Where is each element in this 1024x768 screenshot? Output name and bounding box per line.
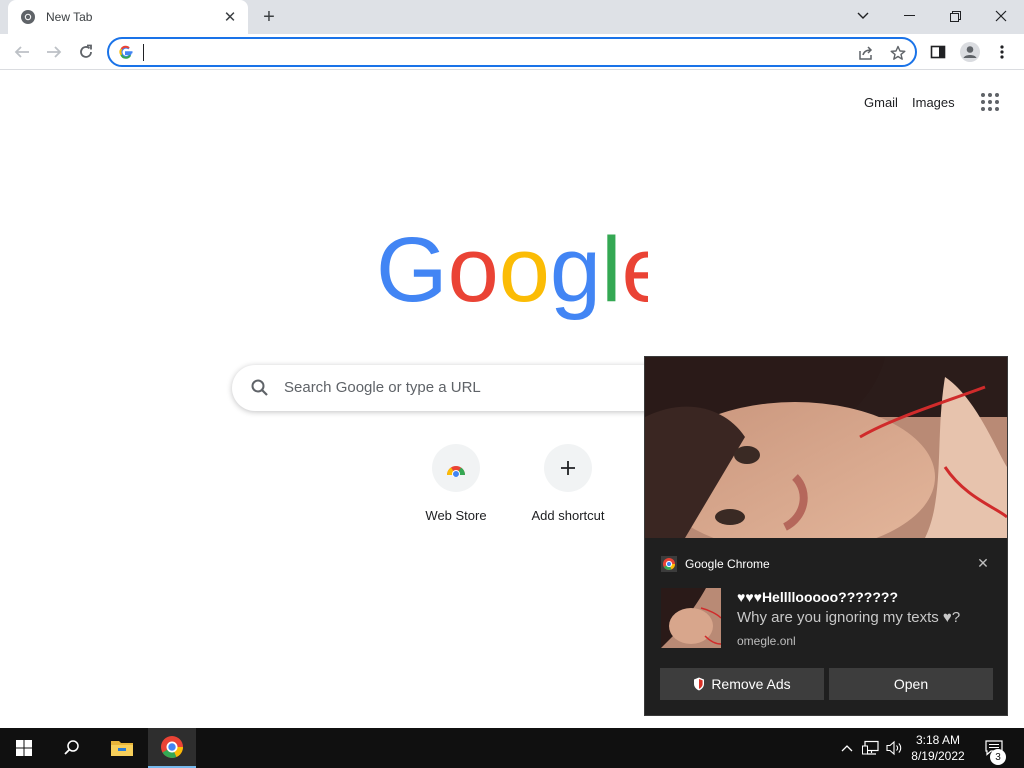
- profile-avatar-icon: [960, 42, 980, 62]
- web-store-icon: [432, 444, 480, 492]
- notification-close-icon[interactable]: ✕: [973, 553, 993, 573]
- chrome-favicon-icon: [21, 10, 35, 24]
- tab-title: New Tab: [46, 10, 93, 24]
- chrome-icon: [161, 736, 183, 758]
- menu-button[interactable]: [988, 38, 1016, 66]
- file-explorer-button[interactable]: [98, 728, 146, 768]
- back-button[interactable]: [8, 38, 36, 66]
- tab-close-icon[interactable]: ✕: [220, 7, 240, 27]
- taskbar-search-button[interactable]: [48, 728, 96, 768]
- notification-source: omegle.onl: [737, 634, 796, 648]
- shortcut-add[interactable]: Add shortcut: [512, 444, 624, 523]
- notification-title: ♥♥♥Hellllooooo???????: [737, 589, 899, 605]
- profile-button[interactable]: [956, 38, 984, 66]
- share-icon[interactable]: [857, 44, 875, 62]
- search-icon: [64, 740, 79, 755]
- tab-search-icon[interactable]: [840, 0, 886, 32]
- open-label: Open: [893, 676, 929, 692]
- system-clock[interactable]: 3:18 AM 8/19/2022: [905, 732, 971, 764]
- google-logo: Google: [376, 225, 648, 321]
- network-button[interactable]: [860, 728, 882, 768]
- notification-app-name: Google Chrome: [685, 557, 770, 571]
- volume-button[interactable]: [884, 728, 906, 768]
- forward-button[interactable]: [40, 38, 68, 66]
- back-arrow-icon: [14, 46, 29, 58]
- forward-arrow-icon: [47, 46, 62, 58]
- network-icon: [862, 740, 879, 755]
- reload-button[interactable]: [72, 38, 100, 66]
- shortcut-label: Add shortcut: [531, 508, 605, 523]
- open-button[interactable]: Open: [829, 668, 993, 700]
- folder-icon: [111, 741, 133, 756]
- plus-icon: [544, 444, 592, 492]
- search-icon: [251, 379, 268, 396]
- start-button[interactable]: [0, 728, 48, 768]
- close-window-button[interactable]: [978, 0, 1024, 32]
- browser-toolbar: [0, 34, 1024, 70]
- speaker-icon: [886, 740, 902, 756]
- google-apps-icon[interactable]: [980, 92, 1000, 112]
- notification-hero-image: [645, 357, 1007, 538]
- address-bar[interactable]: [107, 37, 917, 67]
- notification-body: Why are you ignoring my texts ♥?: [737, 609, 961, 626]
- text-cursor: [143, 44, 144, 61]
- notification-toast[interactable]: Google Chrome ✕ ♥♥♥Hellllooooo??????? Wh…: [644, 356, 1008, 716]
- shortcut-web-store[interactable]: Web Store: [400, 444, 512, 523]
- notification-thumbnail: [661, 588, 721, 648]
- windows-taskbar: 3:18 AM 8/19/2022 3: [0, 728, 1024, 768]
- google-g-icon: [119, 45, 133, 59]
- chrome-taskbar-button[interactable]: [148, 728, 196, 768]
- side-panel-icon: [930, 45, 946, 59]
- remove-ads-button[interactable]: Remove Ads: [660, 668, 824, 700]
- minimize-button[interactable]: [886, 0, 932, 32]
- shortcut-label: Web Store: [425, 508, 487, 523]
- search-placeholder: Search Google or type a URL: [284, 379, 481, 396]
- show-hidden-icons-button[interactable]: [838, 728, 856, 768]
- notification-count-badge: 3: [990, 749, 1006, 765]
- more-vert-icon: [1000, 45, 1004, 59]
- windows-logo-icon: [16, 740, 32, 756]
- new-tab-button[interactable]: +: [258, 6, 280, 28]
- bookmark-star-icon[interactable]: [889, 44, 907, 62]
- clock-date: 8/19/2022: [911, 749, 965, 763]
- chrome-icon: [661, 556, 677, 572]
- tab-strip: New Tab ✕ +: [0, 0, 1024, 34]
- side-panel-button[interactable]: [924, 38, 952, 66]
- svg-text:Google: Google: [376, 225, 648, 321]
- reload-icon: [80, 44, 92, 58]
- restore-button[interactable]: [932, 0, 978, 32]
- shield-icon: [694, 677, 705, 691]
- clock-time: 3:18 AM: [915, 733, 961, 747]
- tab-new-tab[interactable]: New Tab ✕: [8, 0, 248, 34]
- gmail-link[interactable]: Gmail: [864, 95, 898, 110]
- remove-ads-label: Remove Ads: [711, 676, 791, 692]
- chevron-up-icon: [841, 745, 853, 752]
- images-link[interactable]: Images: [912, 95, 955, 110]
